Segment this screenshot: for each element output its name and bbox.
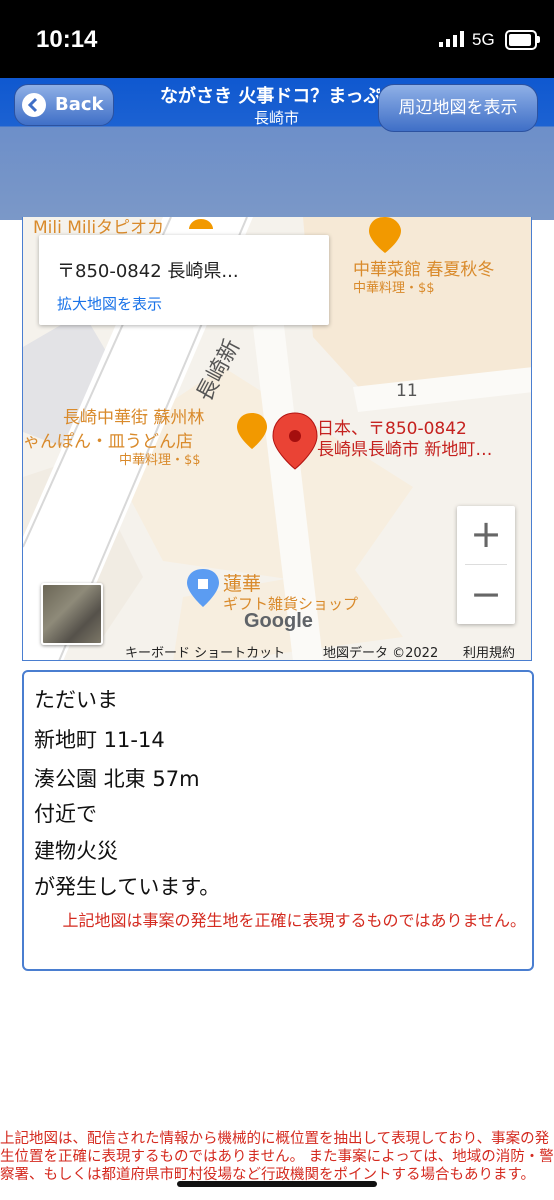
map-attribution: キーボード ショートカット 地図データ ©2022 利用規約 <box>23 639 531 661</box>
pin-label-line2: 長崎県長崎市 新地町… <box>317 440 493 460</box>
message-line-landmark: 湊公園 北東 57m <box>34 767 200 791</box>
back-button-label: Back <box>55 94 104 115</box>
page-title: ながさき 火事ドコ？まっぷ <box>160 86 380 107</box>
info-card-address: 〒850-0842 長崎県... <box>57 261 239 282</box>
block-number: 11 <box>396 381 418 401</box>
zoom-out-button[interactable]: − <box>457 566 515 624</box>
zoom-divider <box>465 564 507 565</box>
battery-icon <box>505 30 537 50</box>
satellite-toggle-thumbnail[interactable] <box>41 583 103 645</box>
terms-link[interactable]: 利用規約 <box>463 642 515 660</box>
network-type: 5G <box>472 30 495 49</box>
status-bar: 10:14 5G <box>0 0 554 78</box>
zoom-in-button[interactable]: + <box>457 506 515 564</box>
keyboard-shortcuts-link[interactable]: キーボード ショートカット <box>125 642 285 660</box>
map-accuracy-note: 上記地図は事案の発生地を正確に表現するものではありません。 <box>62 911 526 930</box>
poi-restaurant-soshurin[interactable]: 長崎中華街 蘇州林 <box>63 403 204 428</box>
map-info-card: 〒850-0842 長崎県... 拡大地図を表示 <box>39 235 329 325</box>
message-line-fire-type: 建物火災 <box>34 839 118 863</box>
back-arrow-icon <box>22 93 46 117</box>
pin-label: 日本、〒850-0842 長崎県長崎市 新地町… <box>317 419 492 461</box>
poi-restaurant-soshurin-category: 中華料理・$$ <box>119 453 201 468</box>
zoom-control: + − <box>457 506 515 624</box>
back-button[interactable]: Back <box>14 84 114 126</box>
map-view[interactable]: Mili Miliタピオカ 中華菜館 春夏秋冬 中華料理・$$ 長崎中華街 蘇州… <box>22 217 532 661</box>
poi-shop-renge[interactable]: 蓮華 <box>223 569 261 596</box>
poi-restaurant-shunkashuto-category: 中華料理・$$ <box>353 281 435 296</box>
footer-disclaimer: 上記地図は、配信された情報から機械的に概位置を抽出して表現しており、事案の発生位… <box>0 1131 554 1183</box>
message-line-1: ただいま <box>34 688 118 712</box>
pin-label-line1: 日本、〒850-0842 <box>317 419 467 439</box>
message-line-4: 付近で <box>34 802 97 826</box>
page-subtitle: 長崎市 <box>254 109 300 127</box>
show-nearby-map-button[interactable]: 周辺地図を表示 <box>378 84 538 132</box>
map-data-credit: 地図データ ©2022 <box>323 646 439 661</box>
incident-message-box: ただいま 新地町 11-14 湊公園 北東 57m 付近で 建物火災 が発生して… <box>22 670 534 971</box>
message-line-6: が発生しています。 <box>34 875 221 899</box>
message-line-address: 新地町 11-14 <box>34 728 165 752</box>
google-logo: Google <box>244 610 313 632</box>
home-indicator[interactable] <box>177 1181 377 1187</box>
status-time: 10:14 <box>36 26 98 53</box>
battery-tip <box>537 36 540 43</box>
enlarge-map-link[interactable]: 拡大地図を表示 <box>57 293 162 314</box>
signal-icon <box>439 31 464 47</box>
